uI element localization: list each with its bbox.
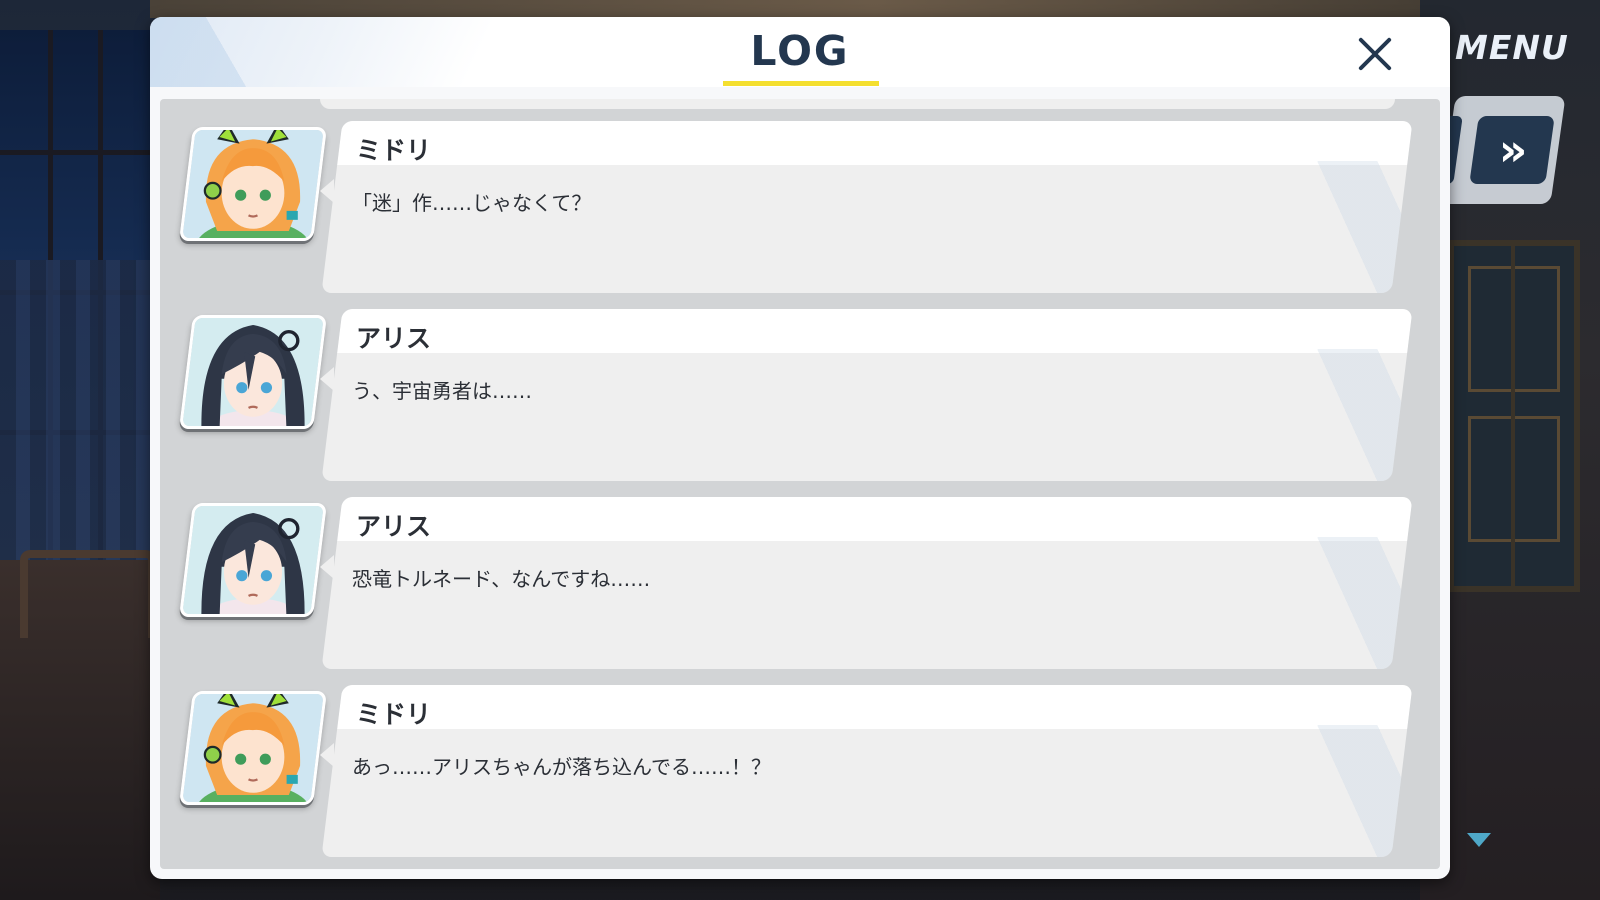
background-ceiling (150, 0, 1600, 18)
midori-portrait-icon (179, 691, 327, 805)
speaker-name: ミドリ (356, 700, 432, 729)
speaker-bar (337, 309, 1413, 353)
previous-entry-edge (320, 99, 1395, 109)
close-icon[interactable] (1350, 29, 1400, 79)
alice-portrait-icon (179, 503, 327, 617)
log-title: LOG (750, 27, 850, 75)
title-underline (723, 81, 879, 86)
log-entry: アリス う、宇宙勇者は…… (160, 309, 1440, 485)
scroll-down-icon[interactable] (1467, 833, 1491, 847)
dialogue-text: う、宇宙勇者は…… (352, 379, 532, 403)
bubble-decoration (1300, 349, 1413, 481)
log-entry: アリス 恐竜トルネード、なんですね…… (160, 497, 1440, 673)
bubble-decoration (1300, 161, 1413, 293)
bubble-decoration (1300, 537, 1413, 669)
bubble-decoration (1300, 725, 1413, 857)
dialogue-text: 「迷」作……じゃなくて？ (352, 191, 592, 215)
log-entry: ミドリ 「迷」作……じゃなくて？ (160, 121, 1440, 297)
dialogue-text: あっ……アリスちゃんが落ち込んでる……！？ (352, 755, 771, 779)
background-cityscape (0, 260, 150, 560)
dialogue-text: 恐竜トルネード、なんですね…… (352, 567, 651, 591)
speaker-bar (337, 685, 1413, 729)
alice-portrait-icon (179, 315, 327, 429)
speaker-name: ミドリ (356, 136, 432, 165)
game-screen: MENU » LOG ミドリ 「迷」作……じゃなくて？ アリス う、宇宙勇者は…… (0, 0, 1600, 900)
menu-button[interactable]: MENU (1455, 28, 1569, 67)
log-entry: ミドリ あっ……アリスちゃんが落ち込んでる……！？ (160, 685, 1440, 861)
log-dialog: LOG ミドリ 「迷」作……じゃなくて？ アリス う、宇宙勇者は…… アリス 恐… (150, 17, 1450, 879)
midori-portrait-icon (179, 127, 327, 241)
speaker-bar (337, 497, 1413, 541)
background-chair (20, 550, 156, 638)
fast-forward-icon: » (1498, 124, 1514, 176)
log-list[interactable]: ミドリ 「迷」作……じゃなくて？ アリス う、宇宙勇者は…… アリス 恐竜トルネ… (160, 99, 1440, 869)
skip-button[interactable]: » (1469, 116, 1555, 184)
speaker-name: アリス (356, 324, 432, 353)
background-door (1448, 240, 1580, 592)
speaker-bar (337, 121, 1413, 165)
speaker-name: アリス (356, 512, 432, 541)
log-header: LOG (150, 17, 1450, 87)
